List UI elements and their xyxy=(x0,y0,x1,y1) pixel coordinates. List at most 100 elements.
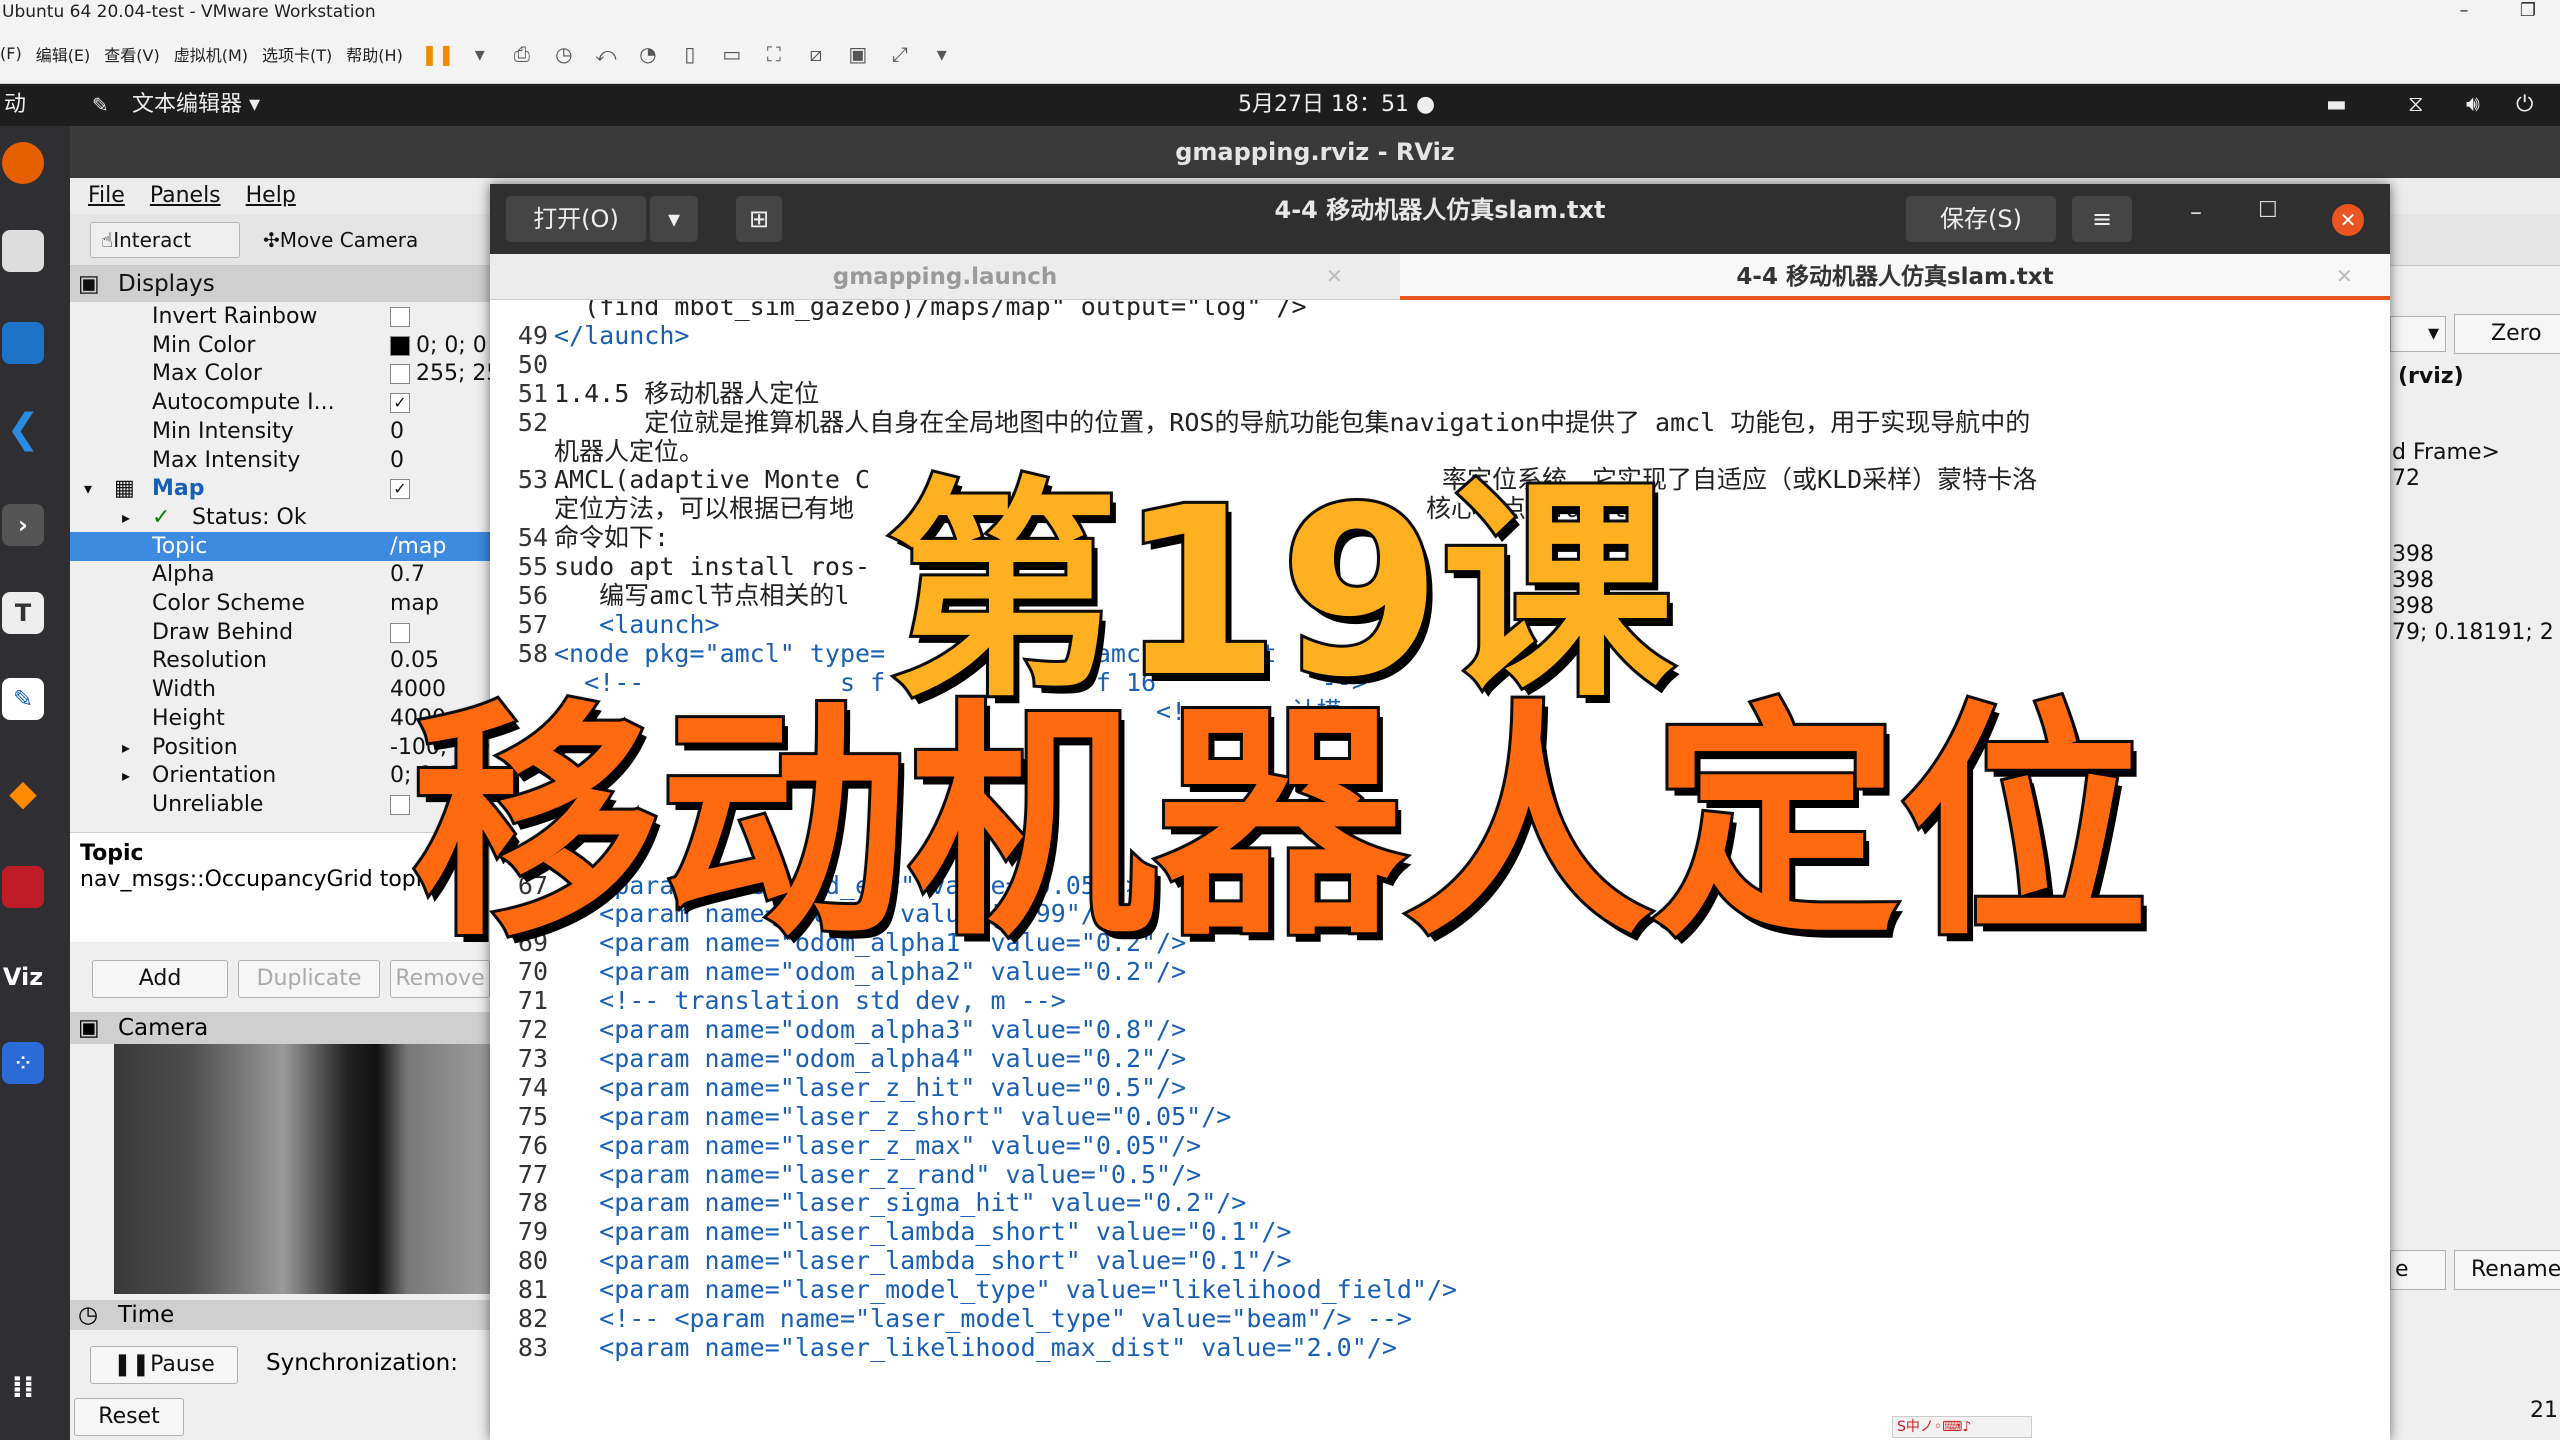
code-line: 75 <param name="laser_z_short" value="0.… xyxy=(490,1102,2390,1131)
tab-gmapping-launch[interactable]: gmapping.launch xyxy=(490,254,1400,300)
code-line: 50 xyxy=(490,350,2390,379)
code-line: 73 <param name="odom_alpha4" value="0.2"… xyxy=(490,1044,2390,1073)
rviz-icon[interactable]: Viz xyxy=(2,956,44,998)
vmware-title-bar: Ubuntu 64 20.04-test - VMware Workstatio… xyxy=(0,0,2560,24)
vmware-menu-view[interactable]: 查看(V) xyxy=(104,42,159,66)
save-view-button[interactable]: e xyxy=(2390,1250,2446,1290)
line-text: <param name="laser_sigma_hit" value="0.2… xyxy=(554,1188,1247,1218)
pause-button[interactable]: ❚❚Pause xyxy=(90,1346,238,1384)
activities-button[interactable]: 动 xyxy=(4,84,26,126)
line-number: 79 xyxy=(517,1217,548,1247)
line-text: (find mbot_sim_gazebo)/maps/map" output=… xyxy=(554,300,1307,321)
line-text: <param name="laser_model_type" value="li… xyxy=(554,1275,1458,1305)
property-value[interactable]: 0; 0; 0 xyxy=(390,331,487,360)
app-menu[interactable]: 文本编辑器 ▾ xyxy=(132,84,260,126)
checkbox[interactable] xyxy=(390,307,410,327)
menu-help[interactable]: Help xyxy=(246,183,296,208)
vmware-menu-tabs[interactable]: 选项卡(T) xyxy=(262,42,332,66)
line-number: 52 xyxy=(517,407,548,437)
color-swatch[interactable] xyxy=(390,335,410,356)
line-number: 80 xyxy=(517,1246,548,1276)
color-swatch[interactable] xyxy=(390,364,410,385)
property-row[interactable]: Max Color255; 255; 255 xyxy=(70,359,571,388)
property-value[interactable] xyxy=(390,302,410,331)
app-menu-icon: ✎ xyxy=(92,93,109,117)
vmware-menu-edit[interactable]: 编辑(E) xyxy=(36,42,91,66)
clock[interactable]: 5月27日 18：51 ● xyxy=(1238,84,1435,126)
property-row[interactable]: Autocompute I... ✓ xyxy=(70,388,490,417)
volume-icon[interactable]: 🔊︎ xyxy=(2466,84,2480,126)
close-icon[interactable]: ✕ xyxy=(2332,204,2364,236)
view-type-dropdown[interactable]: ▾ xyxy=(2390,316,2446,352)
zero-button[interactable]: Zero xyxy=(2454,314,2560,354)
add-display-button[interactable]: Add xyxy=(92,960,228,998)
dropdown-icon[interactable]: ▾ xyxy=(465,39,495,69)
tab-slam-txt[interactable]: 4-4 移动机器人仿真slam.txt xyxy=(1400,254,2390,300)
move-camera-tool-button[interactable]: ✣Move Camera xyxy=(252,222,432,258)
stretch-icon[interactable]: ⤢ xyxy=(885,39,915,69)
maximize-icon[interactable]: ☐ xyxy=(2258,198,2278,223)
power-icon[interactable]: ⏻ xyxy=(2516,84,2533,126)
reset-button[interactable]: Reset xyxy=(74,1398,184,1436)
code-line: 74 <param name="laser_z_hit" value="0.5"… xyxy=(490,1073,2390,1102)
battery-icon[interactable]: ▬ xyxy=(2326,84,2347,126)
camera-icon: ▣ xyxy=(78,1015,100,1041)
editor-tabs: gmapping.launch ✕ 4-4 移动机器人仿真slam.txt ✕ xyxy=(490,254,2390,300)
vmware-menu-vm[interactable]: 虚拟机(M) xyxy=(174,42,248,66)
vmware-menu-file[interactable]: (F) xyxy=(0,44,22,63)
firefox-icon[interactable] xyxy=(2,142,44,184)
camera-view[interactable] xyxy=(114,1044,490,1294)
send-keys-icon[interactable]: ⎙ xyxy=(507,39,537,69)
console-icon[interactable]: ▣ xyxy=(843,39,873,69)
network-icon[interactable]: ⧖ xyxy=(2408,84,2423,126)
checkbox[interactable]: ✓ xyxy=(390,393,410,414)
hamburger-menu-icon[interactable]: ≡ xyxy=(2072,196,2132,242)
vmware-menu-help[interactable]: 帮助(H) xyxy=(346,42,403,66)
stretch-dropdown-icon[interactable]: ▾ xyxy=(927,39,957,69)
interact-tool-button[interactable]: ☝Interact xyxy=(90,222,240,258)
document-viewer-icon[interactable] xyxy=(2,322,44,364)
property-row[interactable]: Min Intensity 0 xyxy=(70,417,490,446)
line-text: 机器人定位。 xyxy=(554,436,705,466)
synchronization-label: Synchronization: xyxy=(266,1350,458,1376)
unity-icon[interactable]: ⧄ xyxy=(801,39,831,69)
files-icon[interactable] xyxy=(2,230,44,272)
line-number: 76 xyxy=(517,1130,548,1160)
rqt-icon[interactable]: ⁘ xyxy=(2,1042,44,1084)
tab-close-icon[interactable]: ✕ xyxy=(2336,264,2353,288)
code-line: 51 1.4.5 移动机器人定位 xyxy=(490,379,2390,408)
fullscreen-icon[interactable]: ⛶ xyxy=(759,39,789,69)
property-name: Invert Rainbow xyxy=(152,304,318,329)
restore-icon[interactable]: ❐ xyxy=(2496,0,2560,24)
property-row[interactable]: Invert Rainbow xyxy=(70,302,490,331)
thumbnail-icon[interactable]: ▭ xyxy=(717,39,747,69)
lesson-title-overlay: 移动机器人定位 xyxy=(409,681,2151,969)
menu-panels[interactable]: Panels xyxy=(150,183,221,208)
property-value[interactable]: 0 xyxy=(390,417,404,446)
code-line: 71 <!-- translation std dev, m --> xyxy=(490,986,2390,1015)
line-number: 51 xyxy=(517,378,548,408)
revert-snapshot-icon[interactable]: ⤺ xyxy=(591,39,621,69)
rename-view-button[interactable]: Rename xyxy=(2454,1250,2560,1290)
time-panel: ◷ Time ❚❚Pause Synchronization: Reset xyxy=(70,1294,490,1440)
show-apps-icon[interactable]: ⁞⁞ xyxy=(2,1366,44,1408)
tab-close-icon[interactable]: ✕ xyxy=(1326,264,1343,288)
input-method-toolbar[interactable]: S中ノ◦⌨♪ xyxy=(1892,1416,2032,1438)
library-icon[interactable]: ▯ xyxy=(675,39,705,69)
property-name: Min Intensity xyxy=(152,418,294,444)
pause-vm-icon[interactable]: ❚❚ xyxy=(421,39,455,69)
snapshot-manager-icon[interactable]: ◔ xyxy=(633,39,663,69)
code-line: 78 <param name="laser_sigma_hit" value="… xyxy=(490,1188,2390,1217)
property-row[interactable]: Min Color 0; 0; 0 xyxy=(70,331,490,360)
minimize-icon[interactable]: – xyxy=(2432,0,2496,24)
vscode-icon[interactable]: ❮ xyxy=(2,406,44,452)
snapshot-icon[interactable]: ◷ xyxy=(549,39,579,69)
camera-margin xyxy=(70,1044,114,1294)
property-value[interactable]: ✓ xyxy=(390,388,410,417)
line-number: 72 xyxy=(517,1015,548,1044)
menu-file[interactable]: File xyxy=(88,183,125,208)
minimize-icon[interactable]: – xyxy=(2190,198,2202,226)
duplicate-display-button[interactable]: Duplicate xyxy=(238,960,380,998)
save-button[interactable]: 保存(S) xyxy=(1906,196,2056,242)
line-number: 50 xyxy=(517,349,548,379)
